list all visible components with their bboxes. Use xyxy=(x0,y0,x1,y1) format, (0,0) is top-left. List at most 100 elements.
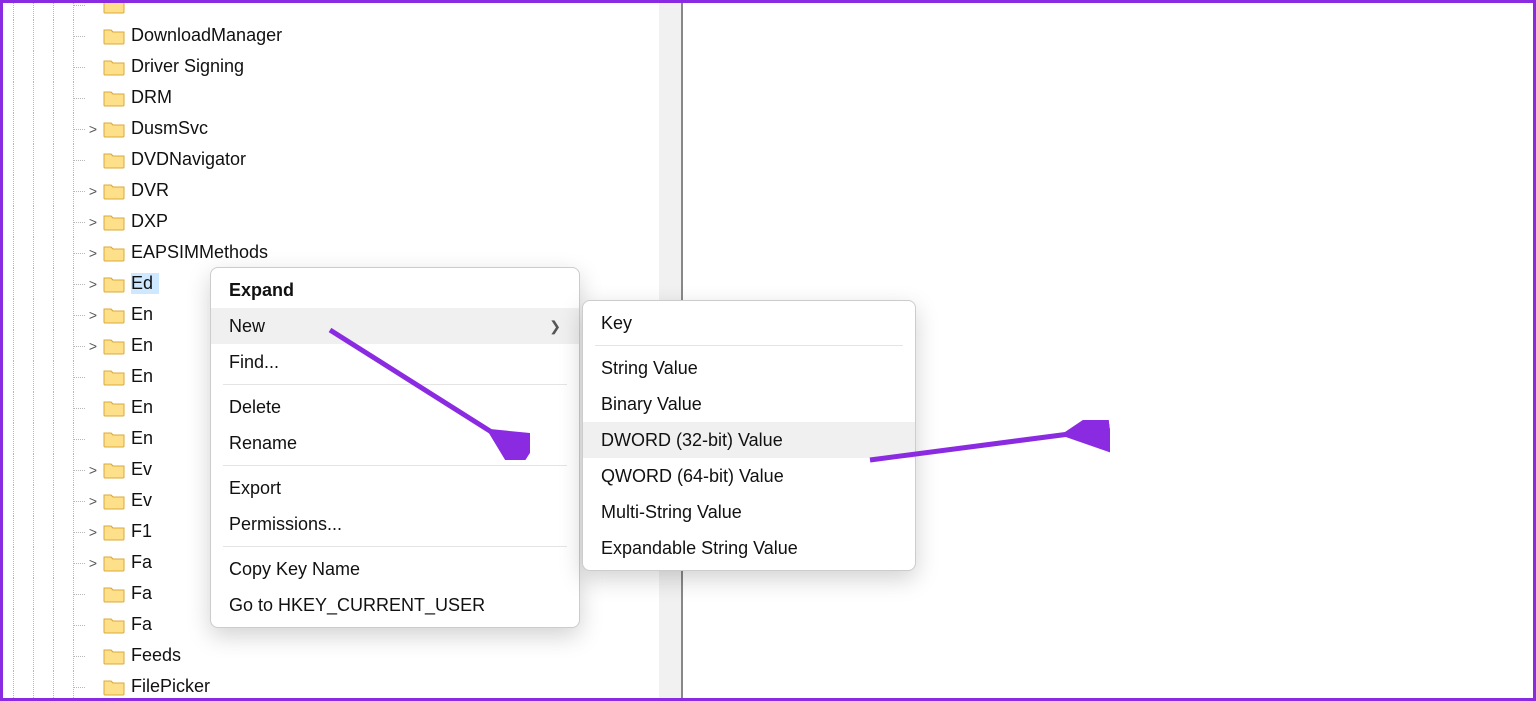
menu-permissions[interactable]: Permissions... xyxy=(211,506,579,542)
tree-item[interactable] xyxy=(3,3,282,20)
menu-copy-key-name[interactable]: Copy Key Name xyxy=(211,551,579,587)
menu-separator xyxy=(223,546,567,547)
tree-guide xyxy=(23,20,43,51)
folder-icon xyxy=(103,27,125,45)
tree-guide xyxy=(23,144,43,175)
tree-item-label: Ed xyxy=(131,273,159,294)
menu-delete-label: Delete xyxy=(229,397,561,418)
tree-item[interactable]: > DVR xyxy=(3,175,282,206)
tree-guide xyxy=(63,423,83,454)
folder-icon xyxy=(103,337,125,355)
tree-guide xyxy=(43,51,63,82)
folder-icon xyxy=(103,120,125,138)
menu-delete[interactable]: Delete xyxy=(211,389,579,425)
folder-icon xyxy=(103,554,125,572)
tree-guide xyxy=(43,206,63,237)
submenu-multi-string-value[interactable]: Multi-String Value xyxy=(583,494,915,530)
submenu-multistring-label: Multi-String Value xyxy=(601,502,897,523)
tree-item[interactable]: DRM xyxy=(3,82,282,113)
folder-icon xyxy=(103,523,125,541)
tree-guide xyxy=(63,299,83,330)
tree-guide xyxy=(3,51,23,82)
tree-guide xyxy=(3,361,23,392)
tree-expander[interactable]: > xyxy=(83,462,103,478)
menu-go-to-hkcu[interactable]: Go to HKEY_CURRENT_USER xyxy=(211,587,579,623)
menu-go-to-label: Go to HKEY_CURRENT_USER xyxy=(229,595,561,616)
folder-icon xyxy=(103,213,125,231)
tree-guide xyxy=(63,144,83,175)
tree-item[interactable]: Driver Signing xyxy=(3,51,282,82)
tree-item[interactable]: Feeds xyxy=(3,640,282,671)
tree-item[interactable]: >EAPSIMMethods xyxy=(3,237,282,268)
tree-expander[interactable]: > xyxy=(83,276,103,292)
tree-expander[interactable]: > xyxy=(83,555,103,571)
folder-icon xyxy=(103,585,125,603)
tree-guide xyxy=(3,392,23,423)
folder-icon xyxy=(103,151,125,169)
tree-item-label: DVR xyxy=(131,180,169,201)
tree-item-label: DXP xyxy=(131,211,168,232)
tree-guide xyxy=(43,82,63,113)
tree-item[interactable]: DVDNavigator xyxy=(3,144,282,175)
tree-expander[interactable]: > xyxy=(83,493,103,509)
menu-export[interactable]: Export xyxy=(211,470,579,506)
tree-item-label: En xyxy=(131,397,159,418)
tree-item[interactable]: FilePicker xyxy=(3,671,282,698)
folder-icon xyxy=(103,244,125,262)
folder-icon xyxy=(103,182,125,200)
tree-guide xyxy=(23,3,43,20)
submenu-key-label: Key xyxy=(601,313,897,334)
tree-item[interactable]: >DusmSvc xyxy=(3,113,282,144)
tree-item[interactable]: DownloadManager xyxy=(3,20,282,51)
tree-guide xyxy=(3,3,23,20)
folder-icon xyxy=(103,3,125,14)
tree-guide xyxy=(23,237,43,268)
submenu-string-value[interactable]: String Value xyxy=(583,350,915,386)
tree-guide xyxy=(23,175,43,206)
tree-expander[interactable]: > xyxy=(83,183,103,199)
tree-guide xyxy=(63,361,83,392)
submenu-binary-value[interactable]: Binary Value xyxy=(583,386,915,422)
tree-guide xyxy=(43,268,63,299)
menu-rename[interactable]: Rename xyxy=(211,425,579,461)
tree-guide xyxy=(43,144,63,175)
tree-item-label: Feeds xyxy=(131,645,181,666)
menu-expand-label: Expand xyxy=(229,280,561,301)
tree-item[interactable]: > DXP xyxy=(3,206,282,237)
menu-expand[interactable]: Expand xyxy=(211,272,579,308)
tree-item-label: DRM xyxy=(131,87,172,108)
tree-item-label: DVDNavigator xyxy=(131,149,246,170)
tree-guide xyxy=(43,547,63,578)
tree-guide xyxy=(63,237,83,268)
tree-expander[interactable]: > xyxy=(83,121,103,137)
tree-guide xyxy=(43,237,63,268)
tree-expander[interactable]: > xyxy=(83,338,103,354)
tree-guide xyxy=(23,299,43,330)
menu-new[interactable]: New ❯ xyxy=(211,308,579,344)
tree-item-label: Fa xyxy=(131,583,159,604)
submenu-expandable-string-value[interactable]: Expandable String Value xyxy=(583,530,915,566)
tree-guide xyxy=(23,113,43,144)
tree-guide xyxy=(63,640,83,671)
folder-icon xyxy=(103,89,125,107)
context-menu: Expand New ❯ Find... Delete Rename Expor… xyxy=(210,267,580,628)
menu-new-label: New xyxy=(229,316,549,337)
tree-expander[interactable]: > xyxy=(83,524,103,540)
menu-find[interactable]: Find... xyxy=(211,344,579,380)
tree-guide xyxy=(23,516,43,547)
tree-guide xyxy=(3,113,23,144)
tree-guide xyxy=(43,113,63,144)
tree-guide xyxy=(3,299,23,330)
tree-guide xyxy=(23,206,43,237)
tree-expander[interactable]: > xyxy=(83,245,103,261)
tree-guide xyxy=(23,547,43,578)
tree-guide xyxy=(23,392,43,423)
tree-expander[interactable]: > xyxy=(83,307,103,323)
tree-guide xyxy=(3,237,23,268)
submenu-dword-value[interactable]: DWORD (32-bit) Value xyxy=(583,422,915,458)
tree-expander[interactable]: > xyxy=(83,214,103,230)
submenu-qword-value[interactable]: QWORD (64-bit) Value xyxy=(583,458,915,494)
menu-permissions-label: Permissions... xyxy=(229,514,561,535)
submenu-key[interactable]: Key xyxy=(583,305,915,341)
tree-guide xyxy=(43,640,63,671)
